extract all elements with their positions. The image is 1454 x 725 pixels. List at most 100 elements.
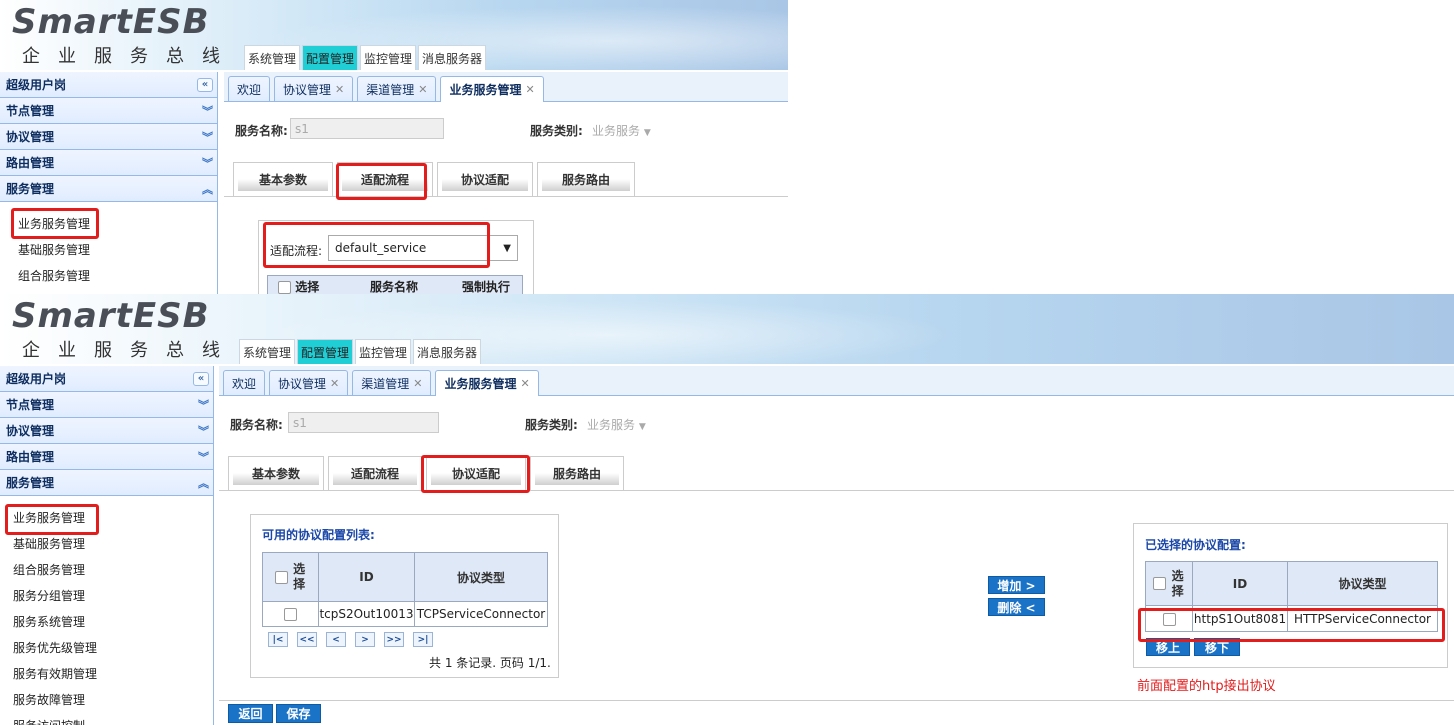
subtab-basic[interactable]: 基本参数 (228, 456, 324, 490)
sidebar-item-service-validity[interactable]: 服务有效期管理 (0, 660, 213, 686)
subtab-label: 服务路由 (561, 173, 610, 187)
chevron-down-icon[interactable]: ︾ (202, 103, 213, 119)
sidebar-group-protocol[interactable]: 协议管理 (6, 422, 54, 439)
collapse-icon[interactable]: « (197, 77, 213, 92)
chevron-down-icon[interactable]: ︾ (198, 449, 209, 465)
tab-label: 渠道管理 (361, 376, 410, 391)
prev-group-button[interactable]: << (297, 632, 317, 647)
close-icon[interactable]: ✕ (521, 377, 530, 390)
back-button[interactable]: 返回 (228, 704, 273, 723)
menu-config[interactable]: 配置管理 (297, 339, 354, 364)
chevron-down-icon[interactable]: ︾ (202, 129, 213, 145)
subtab-route[interactable]: 服务路由 (537, 162, 635, 196)
service-type-value: 业务服务 (592, 124, 641, 138)
checkbox[interactable] (274, 570, 288, 584)
dropdown-arrow-icon: ▼ (638, 422, 646, 432)
tab-business-service[interactable]: 业务服务管理 ✕ (435, 370, 539, 396)
content-area: 欢迎 协议管理 ✕ 渠道管理 ✕ 业务服务管理 ✕ 服务名称: s1 服务类别: 业务… (219, 366, 1454, 725)
sidebar: 超级用户岗 « 节点管理 ︾ 协议管理 ︾ 路由管理 ︾ 服务管理 ︽ 业务服务管理 基础… (0, 72, 218, 294)
service-type-select[interactable]: 业务服务 ▼ (592, 122, 651, 139)
cell-id: tcpS2Out10013 (318, 601, 415, 627)
tab-label: 协议管理 (278, 376, 327, 391)
sidebar-group-node[interactable]: 节点管理 (6, 396, 54, 413)
tab-welcome[interactable]: 欢迎 (223, 370, 266, 395)
sidebar-item-service-system[interactable]: 服务系统管理 (0, 608, 213, 634)
sidebar-group-node[interactable]: 节点管理 (6, 102, 54, 119)
checkbox[interactable] (278, 280, 291, 294)
subtab-label: 协议适配 (460, 173, 509, 187)
tab-protocol[interactable]: 协议管理 ✕ (274, 76, 354, 101)
sidebar-group-protocol[interactable]: 协议管理 (6, 128, 54, 145)
bottom-screenshot: SmartESB 企业服务总线 系统管理 配置管理 监控管理 消息服务器 超级用… (0, 294, 1454, 725)
sidebar-item-service-group[interactable]: 服务分组管理 (0, 582, 213, 608)
menu-monitor[interactable]: 监控管理 (355, 339, 412, 364)
sidebar-item-composite-service[interactable]: 组合服务管理 (0, 556, 213, 582)
service-type-select[interactable]: 业务服务 ▼ (587, 416, 646, 433)
next-group-button[interactable]: >> (384, 632, 404, 647)
sidebar-group-route[interactable]: 路由管理 (6, 154, 54, 171)
subtab-label: 适配流程 (350, 467, 399, 481)
chevron-down-icon[interactable]: ︾ (198, 423, 209, 439)
tab-channel[interactable]: 渠道管理 ✕ (357, 76, 437, 101)
table-row[interactable]: tcpS2Out10013 TCPServiceConnector (262, 601, 548, 627)
subtab-label: 适配流程 (360, 173, 409, 187)
sidebar-group-route[interactable]: 路由管理 (6, 448, 54, 465)
sidebar-item-service-access[interactable]: 服务访问控制 (0, 712, 213, 725)
highlight-box (1138, 608, 1445, 642)
add-button[interactable]: 增加 > (988, 576, 1045, 594)
col-service-name: 服务名称 (369, 279, 418, 294)
subtab-label: 基本参数 (258, 173, 307, 187)
chevron-up-icon[interactable]: ︽ (198, 475, 209, 491)
next-page-button[interactable]: > (355, 632, 375, 647)
subtab-route[interactable]: 服务路由 (530, 456, 624, 490)
sidebar-group-service[interactable]: 服务管理 (6, 180, 54, 197)
sidebar-group-service[interactable]: 服务管理 (6, 474, 54, 491)
sidebar-item-basic-service[interactable]: 基础服务管理 (0, 236, 217, 262)
service-type-value: 业务服务 (587, 418, 636, 432)
highlight-box (263, 222, 490, 268)
close-icon[interactable]: ✕ (418, 83, 427, 96)
service-name-input[interactable]: s1 (288, 412, 439, 433)
dropdown-arrow-icon: ▼ (643, 128, 651, 138)
remove-button[interactable]: 删除 < (988, 598, 1045, 616)
subtab-label: 协议适配 (451, 467, 500, 481)
tab-business-service[interactable]: 业务服务管理 ✕ (440, 76, 544, 102)
menu-system[interactable]: 系统管理 (244, 45, 301, 70)
sidebar-item-service-priority[interactable]: 服务优先级管理 (0, 634, 213, 660)
subtab-basic[interactable]: 基本参数 (233, 162, 333, 196)
save-button[interactable]: 保存 (276, 704, 321, 723)
menu-config[interactable]: 配置管理 (302, 45, 359, 70)
tab-label: 业务服务管理 (449, 83, 522, 97)
chevron-down-icon[interactable]: ︾ (198, 397, 209, 413)
col-select: 选择 (1171, 568, 1184, 598)
tab-label: 欢迎 (232, 376, 257, 391)
highlight-box (11, 208, 99, 239)
tab-welcome[interactable]: 欢迎 (228, 76, 271, 101)
service-name-input[interactable]: s1 (290, 118, 444, 139)
prev-page-button[interactable]: < (326, 632, 346, 647)
close-icon[interactable]: ✕ (335, 83, 344, 96)
tab-channel[interactable]: 渠道管理 ✕ (352, 370, 432, 395)
tab-protocol[interactable]: 协议管理 ✕ (269, 370, 349, 395)
close-icon[interactable]: ✕ (413, 377, 422, 390)
sidebar-item-composite-service[interactable]: 组合服务管理 (0, 262, 217, 288)
service-type-label: 服务类别: (525, 418, 578, 432)
last-page-button[interactable]: >| (413, 632, 433, 647)
subtab-protocol[interactable]: 协议适配 (437, 162, 533, 196)
row-checkbox[interactable] (284, 608, 297, 621)
menu-message-server[interactable]: 消息服务器 (413, 339, 482, 364)
menu-system[interactable]: 系统管理 (239, 339, 296, 364)
pager-summary: 共 1 条记录. 页码 1/1. (429, 656, 551, 670)
chevron-up-icon[interactable]: ︽ (202, 181, 213, 197)
col-id: ID (318, 552, 415, 602)
menu-monitor[interactable]: 监控管理 (360, 45, 417, 70)
checkbox[interactable] (1153, 577, 1167, 590)
subtab-flow[interactable]: 适配流程 (328, 456, 422, 490)
chevron-down-icon[interactable]: ︾ (202, 155, 213, 171)
sidebar-item-service-fault[interactable]: 服务故障管理 (0, 686, 213, 712)
first-page-button[interactable]: |< (268, 632, 288, 647)
collapse-icon[interactable]: « (193, 371, 209, 386)
close-icon[interactable]: ✕ (526, 83, 535, 96)
close-icon[interactable]: ✕ (330, 377, 339, 390)
menu-message-server[interactable]: 消息服务器 (418, 45, 487, 70)
